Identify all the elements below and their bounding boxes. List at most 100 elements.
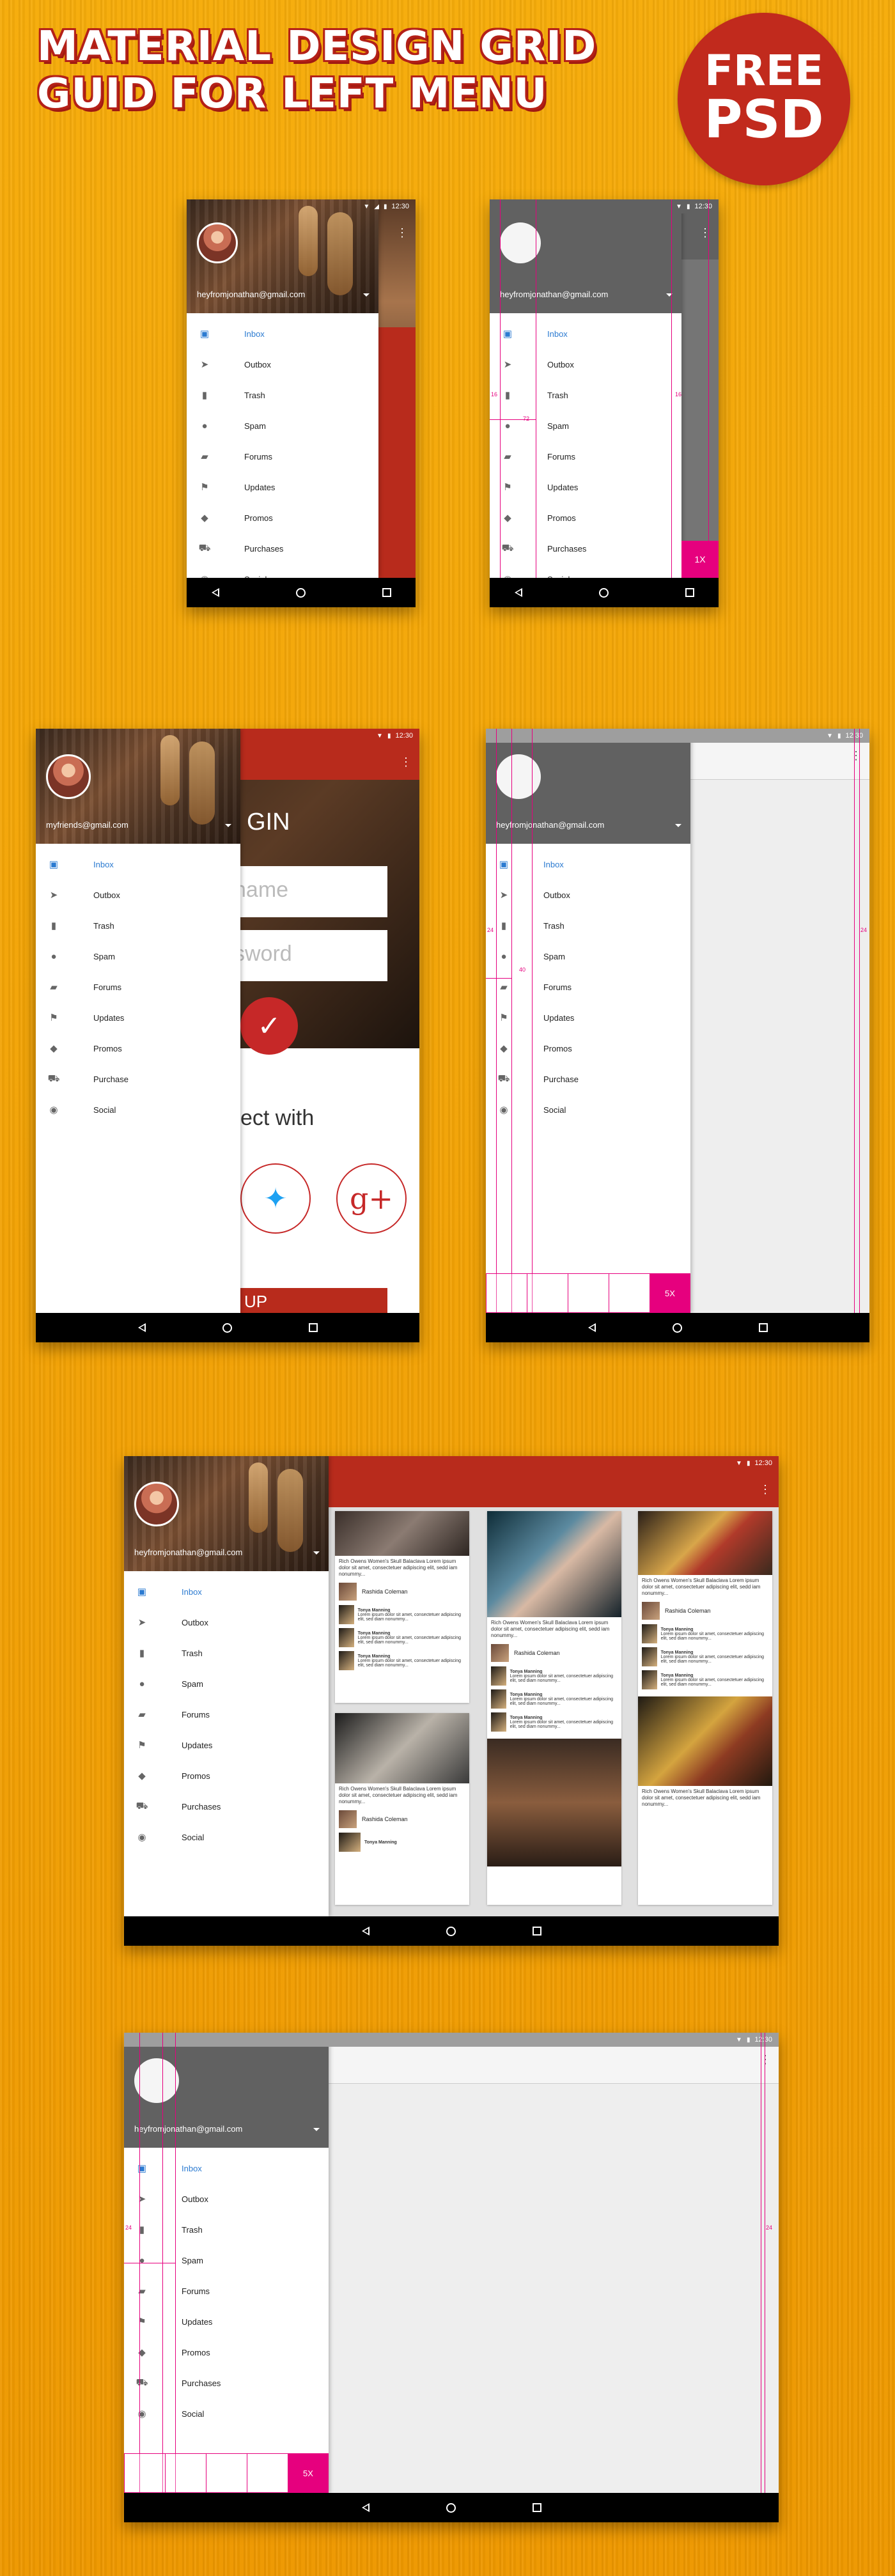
home-icon[interactable] [672, 1323, 682, 1333]
drawer-item-outbox[interactable]: ➤ Outbox [486, 880, 690, 910]
back-icon[interactable] [211, 588, 219, 597]
drawer-item-inbox[interactable]: ▣ Inbox [124, 2153, 329, 2184]
home-icon[interactable] [295, 587, 306, 598]
chevron-down-icon[interactable] [313, 2128, 320, 2131]
twitter-icon[interactable]: ✦ [240, 1163, 311, 1234]
drawer-item-trash[interactable]: ▮ Trash [490, 380, 681, 410]
drawer-item-outbox[interactable]: ➤ Outbox [36, 880, 240, 910]
drawer-item-inbox[interactable]: ▣ Inbox [187, 318, 378, 349]
login-check-button[interactable]: ✓ [240, 997, 298, 1055]
drawer-item-outbox[interactable]: ➤ Outbox [124, 1607, 329, 1638]
drawer-item-forums[interactable]: ▰ Forums [486, 972, 690, 1002]
drawer-item-inbox[interactable]: ▣ Inbox [490, 318, 681, 349]
overflow-menu-icon[interactable]: ⋮ [699, 226, 711, 240]
drawer-item-purchases[interactable]: ⛟ Purchases [124, 2368, 329, 2398]
recents-icon[interactable] [532, 2503, 541, 2512]
recents-icon[interactable] [758, 1323, 768, 1332]
avatar[interactable] [46, 754, 91, 799]
account-email[interactable]: heyfromjonathan@gmail.com [496, 820, 604, 830]
google-plus-icon[interactable]: g+ [336, 1163, 407, 1234]
drawer-item-promos[interactable]: ◆ Promos [490, 502, 681, 533]
drawer-item-promos[interactable]: ◆ Promos [187, 502, 378, 533]
drawer-item-spam[interactable]: ● Spam [187, 410, 378, 441]
avatar[interactable] [500, 222, 541, 263]
drawer-item-forums[interactable]: ▰ Forums [187, 441, 378, 472]
drawer-item-spam[interactable]: ● Spam [124, 2245, 329, 2276]
drawer-item-updates[interactable]: ⚑ Updates [124, 1730, 329, 1760]
avatar[interactable] [197, 222, 238, 263]
chevron-down-icon[interactable] [225, 824, 231, 827]
recents-icon[interactable] [532, 1927, 541, 1936]
drawer-item-promos[interactable]: ◆ Promos [36, 1033, 240, 1064]
drawer-item-updates[interactable]: ⚑ Updates [490, 472, 681, 502]
drawer-item-social[interactable]: ◉ Social [36, 1094, 240, 1125]
recents-icon[interactable] [308, 1323, 318, 1332]
drawer-item-purchases[interactable]: ⛟ Purchases [490, 533, 681, 564]
drawer-item-spam[interactable]: ● Spam [124, 1668, 329, 1699]
password-field[interactable]: sword [228, 930, 387, 981]
account-email[interactable]: heyfromjonathan@gmail.com [500, 290, 608, 299]
post-card[interactable]: Rich Owens Women's Skull Balaclava Lorem… [638, 1511, 772, 1905]
drawer-item-trash[interactable]: ▮ Trash [124, 1638, 329, 1668]
drawer-item-updates[interactable]: ⚑ Updates [187, 472, 378, 502]
avatar[interactable] [134, 2058, 179, 2103]
drawer-item-forums[interactable]: ▰ Forums [124, 1699, 329, 1730]
drawer-item-inbox[interactable]: ▣ Inbox [36, 849, 240, 880]
drawer-item-forums[interactable]: ▰ Forums [124, 2276, 329, 2306]
drawer-item-purchases[interactable]: ⛟ Purchases [187, 533, 378, 564]
drawer-item-inbox[interactable]: ▣ Inbox [124, 1576, 329, 1607]
overflow-menu-icon[interactable]: ⋮ [759, 1483, 771, 1496]
account-email[interactable]: heyfromjonathan@gmail.com [197, 290, 305, 299]
drawer-item-outbox[interactable]: ➤ Outbox [187, 349, 378, 380]
drawer-item-spam[interactable]: ● Spam [36, 941, 240, 972]
drawer-item-promos[interactable]: ◆ Promos [486, 1033, 690, 1064]
drawer-item-updates[interactable]: ⚑ Updates [486, 1002, 690, 1033]
account-email[interactable]: heyfromjonathan@gmail.com [134, 1548, 242, 1557]
back-icon[interactable] [588, 1323, 596, 1332]
back-icon[interactable] [361, 1927, 370, 1936]
drawer-item-outbox[interactable]: ➤ Outbox [490, 349, 681, 380]
drawer-item-purchase[interactable]: ⛟ Purchase [36, 1064, 240, 1094]
drawer-item-social[interactable]: ◉ Social [124, 1822, 329, 1852]
overflow-menu-icon[interactable]: ⋮ [396, 226, 408, 240]
username-field[interactable]: name [228, 866, 387, 917]
recents-icon[interactable] [685, 588, 694, 597]
recents-icon[interactable] [382, 588, 391, 597]
back-icon[interactable] [361, 2503, 370, 2512]
avatar[interactable] [496, 754, 541, 799]
drawer-item-forums[interactable]: ▰ Forums [36, 972, 240, 1002]
drawer-item-social[interactable]: ◉ Social [124, 2398, 329, 2429]
back-icon[interactable] [514, 588, 522, 597]
drawer-item-spam[interactable]: ● Spam [490, 410, 681, 441]
drawer-item-trash[interactable]: ▮ Trash [486, 910, 690, 941]
drawer-item-trash[interactable]: ▮ Trash [187, 380, 378, 410]
drawer-item-social[interactable]: ◉ Social [486, 1094, 690, 1125]
home-icon[interactable] [446, 1926, 456, 1936]
account-email[interactable]: heyfromjonathan@gmail.com [134, 2124, 242, 2134]
drawer-item-updates[interactable]: ⚑ Updates [124, 2306, 329, 2337]
post-card[interactable]: Rich Owens Women's Skull Balaclava Lorem… [487, 1511, 621, 1905]
post-card[interactable]: Rich Owens Women's Skull Balaclava Lorem… [335, 1713, 469, 1905]
drawer-item-forums[interactable]: ▰ Forums [490, 441, 681, 472]
drawer-item-purchase[interactable]: ⛟ Purchase [486, 1064, 690, 1094]
drawer-item-trash[interactable]: ▮ Trash [124, 2214, 329, 2245]
overflow-menu-icon[interactable]: ⋮ [850, 749, 862, 763]
overflow-menu-icon[interactable]: ⋮ [400, 756, 412, 769]
drawer-item-trash[interactable]: ▮ Trash [36, 910, 240, 941]
home-icon[interactable] [598, 587, 609, 598]
drawer-item-spam[interactable]: ● Spam [486, 941, 690, 972]
account-email[interactable]: myfriends@gmail.com [46, 820, 128, 830]
drawer-item-promos[interactable]: ◆ Promos [124, 2337, 329, 2368]
chevron-down-icon[interactable] [675, 824, 681, 827]
drawer-item-outbox[interactable]: ➤ Outbox [124, 2184, 329, 2214]
post-card[interactable]: Rich Owens Women's Skull Balaclava Lorem… [335, 1511, 469, 1703]
drawer-item-promos[interactable]: ◆ Promos [124, 1760, 329, 1791]
home-icon[interactable] [222, 1323, 232, 1333]
avatar[interactable] [134, 1482, 179, 1526]
drawer-item-inbox[interactable]: ▣ Inbox [486, 849, 690, 880]
signup-button[interactable]: N UP [228, 1288, 387, 1314]
back-icon[interactable] [137, 1323, 146, 1332]
drawer-item-updates[interactable]: ⚑ Updates [36, 1002, 240, 1033]
drawer-item-purchases[interactable]: ⛟ Purchases [124, 1791, 329, 1822]
home-icon[interactable] [446, 2502, 456, 2513]
